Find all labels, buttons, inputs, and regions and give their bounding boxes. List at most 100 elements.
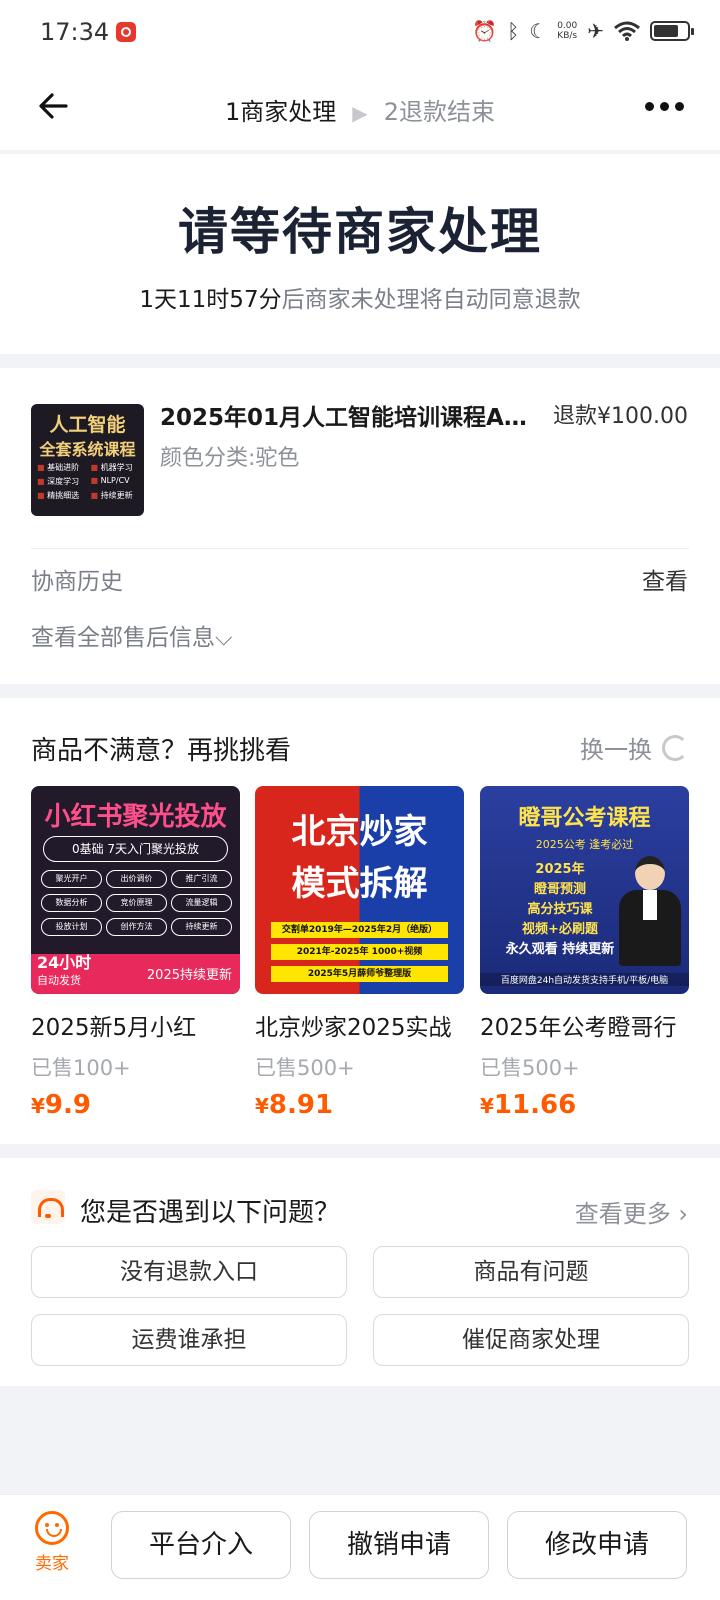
battery-icon xyxy=(650,21,694,41)
image-tag: 推广引流 xyxy=(171,870,232,888)
app-notification-icon xyxy=(116,22,136,42)
negotiation-history-label: 协商历史 xyxy=(31,569,123,595)
image-ribbon: 24小时自动发货 2025持续更新 xyxy=(31,954,240,994)
image-line: 瞪哥预测 xyxy=(533,882,586,897)
sold-count: 已售500+ xyxy=(480,1056,580,1080)
product-image: 北京炒家 模式拆解 交割单2019年—2025年2月（绝版） 2021年-202… xyxy=(255,786,464,994)
airplane-icon: ✈ xyxy=(587,19,604,43)
price-value: 9.9 xyxy=(44,1090,91,1120)
thumb-tag: 基础进阶 xyxy=(37,462,87,473)
countdown: 1天11时57分 xyxy=(139,287,282,313)
image-tags: 聚光开户 出价调价 推广引流 数据分析 竞价原理 流量逻辑 投放计划 创作方法 … xyxy=(41,870,232,936)
alarm-icon: ⏰ xyxy=(472,19,498,43)
faq-shipping-cost-button[interactable]: 运费谁承担 xyxy=(31,1314,347,1366)
recommended-product[interactable]: 瞪哥公考课程 2025公考 逢考必过 2025年 瞪哥预测 高分技巧课 视频+必… xyxy=(480,786,689,1120)
image-line: 视频+必刷题 xyxy=(522,922,598,937)
product-image: 小红书聚光投放 0基础 7天入门聚光投放 聚光开户 出价调价 推广引流 数据分析… xyxy=(31,786,240,994)
image-tag: 流量逻辑 xyxy=(171,894,232,912)
more-options-icon[interactable] xyxy=(645,102,684,111)
product-price: ¥8.91 xyxy=(255,1090,464,1120)
moon-icon: ☾ xyxy=(529,19,548,43)
refresh-button[interactable]: 换一换 xyxy=(580,730,688,765)
status-bar: 17:34 ⏰ ᛒ ☾ 0.00 KB/s ✈ xyxy=(0,0,720,64)
image-tag: 聚光开户 xyxy=(41,870,102,888)
step-separator-icon: ▶ xyxy=(352,101,368,125)
image-line: 高分技巧课 xyxy=(527,902,593,917)
thumb-subtitle: 全套系统课程 xyxy=(39,440,136,459)
product-thumbnail[interactable]: 人工智能 全套系统课程 基础进阶 机器学习 深度学习 NLP/CV 精挑细选 持… xyxy=(31,404,144,516)
cancel-request-button[interactable]: 撤销申请 xyxy=(309,1511,489,1579)
thumb-tag: 机器学习 xyxy=(91,462,141,473)
bluetooth-icon: ᛒ xyxy=(507,19,520,43)
price-value: 11.66 xyxy=(493,1090,577,1120)
faq-product-problem-button[interactable]: 商品有问题 xyxy=(373,1246,689,1298)
product-variant: 颜色分类:驼色 xyxy=(160,446,300,471)
negotiation-history-view-link[interactable]: 查看 xyxy=(642,562,688,596)
badge-big: 24小时 xyxy=(37,953,92,972)
step-merchant-processing: 1商家处理 xyxy=(225,98,337,126)
product-name: 北京炒家2025实战 xyxy=(255,1015,452,1041)
view-more-link[interactable]: 查看更多 › xyxy=(575,1194,688,1229)
ribbon-badge: 24小时自动发货 xyxy=(37,954,91,990)
image-tag: 竞价原理 xyxy=(106,894,167,912)
progress-steps: 1商家处理 ▶ 2退款结束 xyxy=(0,92,720,127)
seller-button[interactable]: 卖家 xyxy=(28,1511,76,1574)
status-time: 17:34 xyxy=(40,18,110,46)
thumb-tag: 精挑细选 xyxy=(37,490,87,501)
product-price: ¥11.66 xyxy=(480,1090,689,1120)
currency-symbol: ¥ xyxy=(31,1094,45,1118)
thumb-tag: 持续更新 xyxy=(91,490,141,501)
step-refund-complete: 2退款结束 xyxy=(383,98,495,126)
auto-refund-note: 后商家未处理将自动同意退款 xyxy=(281,287,581,313)
image-pill: 0基础 7天入门聚光投放 xyxy=(43,836,228,862)
divider xyxy=(31,548,689,549)
image-bar: 2021年-2025年 1000+视频 xyxy=(271,944,448,960)
seller-label: 卖家 xyxy=(35,1554,69,1574)
network-speed-unit: KB/s xyxy=(557,31,578,41)
view-all-aftersale-info-link[interactable]: 查看全部售后信息⌵ xyxy=(31,618,232,652)
recommended-product[interactable]: 北京炒家 模式拆解 交割单2019年—2025年2月（绝版） 2021年-202… xyxy=(255,786,464,1120)
refund-status-section: 请等待商家处理 1天11时57分后商家未处理将自动同意退款 xyxy=(0,154,720,354)
image-tagline: 永久观看 持续更新 xyxy=(505,942,615,957)
image-headline: 瞪哥公考课程 xyxy=(518,806,651,831)
recommendations-section: 商品不满意？再挑挑看 换一换 小红书聚光投放 0基础 7天入门聚光投放 聚光开户… xyxy=(0,698,720,1144)
product-name: 2025年公考瞪哥行 xyxy=(480,1015,677,1041)
customer-service-icon xyxy=(31,1190,65,1224)
badge-small: 自动发货 xyxy=(37,974,81,987)
network-speed-value: 0.00 xyxy=(557,21,578,31)
thumb-tags: 基础进阶 机器学习 深度学习 NLP/CV 精挑细选 持续更新 xyxy=(37,462,140,501)
faq-no-refund-entry-button[interactable]: 没有退款入口 xyxy=(31,1246,347,1298)
thumb-tag: NLP/CV xyxy=(91,476,141,487)
faq-urge-merchant-button[interactable]: 催促商家处理 xyxy=(373,1314,689,1366)
currency-symbol: ¥ xyxy=(480,1094,494,1118)
recommendations-title: 商品不满意？再挑挑看 xyxy=(31,736,292,766)
product-name: 2025新5月小红 xyxy=(31,1015,197,1041)
image-bar: 交割单2019年—2025年2月（绝版） xyxy=(271,922,448,938)
image-line: 2025年 xyxy=(535,862,585,877)
platform-intervene-button[interactable]: 平台介入 xyxy=(111,1511,291,1579)
sold-count: 已售500+ xyxy=(255,1056,355,1080)
product-image: 瞪哥公考课程 2025公考 逢考必过 2025年 瞪哥预测 高分技巧课 视频+必… xyxy=(480,786,689,994)
image-lines: 2025年 瞪哥预测 高分技巧课 视频+必刷题 永久观看 持续更新 xyxy=(500,860,620,960)
image-tag: 持续更新 xyxy=(171,918,232,936)
image-tag: 创作方法 xyxy=(106,918,167,936)
thumb-title: 人工智能 xyxy=(49,414,126,436)
price-value: 8.91 xyxy=(268,1090,334,1120)
recommended-product[interactable]: 小红书聚光投放 0基础 7天入门聚光投放 聚光开户 出价调价 推广引流 数据分析… xyxy=(31,786,240,1120)
product-title[interactable]: 2025年01月人工智能培训课程A… xyxy=(160,398,540,432)
modify-request-button[interactable]: 修改申请 xyxy=(507,1511,687,1579)
faq-title: 您是否遇到以下问题？ xyxy=(80,1198,341,1228)
sold-count: 已售100+ xyxy=(31,1056,131,1080)
network-speed: 0.00 KB/s xyxy=(557,21,577,41)
thumb-tag: 深度学习 xyxy=(37,476,87,487)
seller-icon xyxy=(35,1511,69,1545)
wifi-icon xyxy=(614,21,640,41)
currency-symbol: ¥ xyxy=(255,1094,269,1118)
image-footer: 百度网盘24h自动发货支持手机/平板/电脑 xyxy=(480,973,689,986)
teacher-portrait xyxy=(619,856,681,966)
image-tag: 出价调价 xyxy=(106,870,167,888)
refresh-label: 换一换 xyxy=(580,736,652,764)
image-tag: 投放计划 xyxy=(41,918,102,936)
nav-bar: 1商家处理 ▶ 2退款结束 xyxy=(0,64,720,150)
ribbon-text: 2025持续更新 xyxy=(146,968,232,983)
